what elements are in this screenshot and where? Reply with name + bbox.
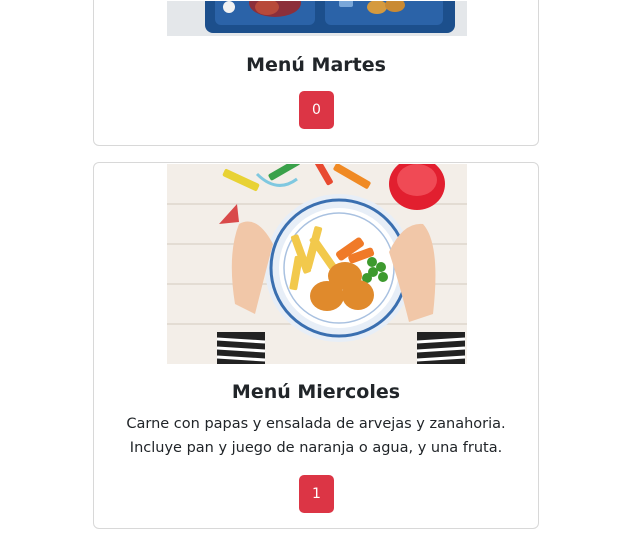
count-button[interactable]: 0 [299,91,334,129]
count-button[interactable]: 1 [299,475,334,513]
card-title: Menú Miercoles [231,381,401,403]
menu-image-miercoles [167,164,467,364]
menu-card-miercoles: Menú Miercoles Carne con papas y ensalad… [93,162,539,529]
card-description: Carne con papas y ensalada de arvejas y … [126,416,506,456]
menu-card-martes: Menú Martes 0 [93,0,539,146]
menu-image-martes [167,1,467,36]
card-title: Menú Martes [246,54,386,76]
